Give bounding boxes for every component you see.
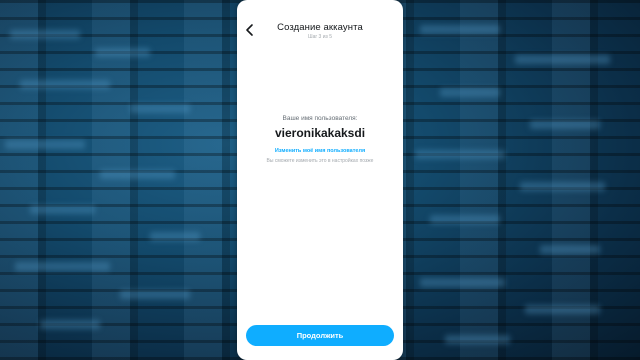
step-indicator: Шаг 3 из 5 bbox=[307, 34, 332, 40]
username-value: vieronikakaksdi bbox=[274, 126, 366, 140]
continue-button[interactable]: Продолжить bbox=[246, 325, 394, 346]
page-title: Создание аккаунта bbox=[277, 22, 363, 33]
screen: Создание аккаунта Шаг 3 из 5 Ваше имя по… bbox=[0, 0, 640, 360]
username-label: Ваше имя пользователя: bbox=[282, 115, 358, 122]
settings-hint: Вы сможете изменить это в настройках поз… bbox=[266, 158, 374, 164]
signup-panel: Создание аккаунта Шаг 3 из 5 Ваше имя по… bbox=[237, 0, 403, 360]
change-username-link[interactable]: Изменить моё имя пользователя bbox=[237, 148, 403, 154]
